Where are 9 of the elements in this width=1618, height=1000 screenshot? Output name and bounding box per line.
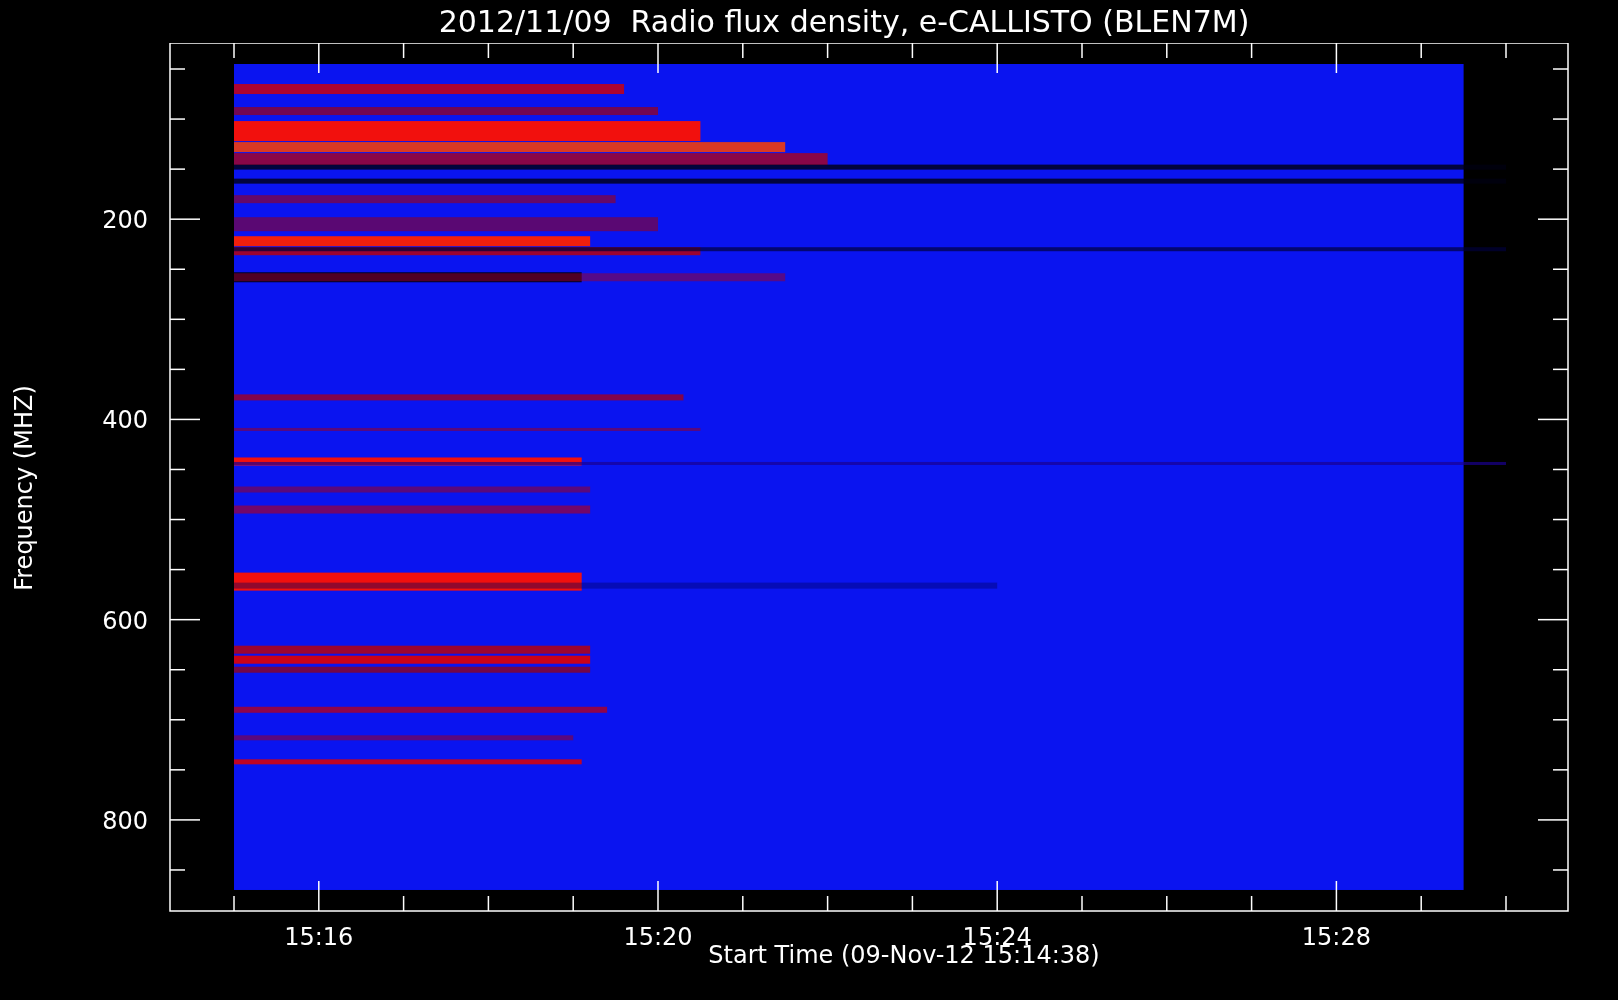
x-tick-label: 15:20 [623, 923, 693, 951]
y-tick-label: 200 [102, 206, 148, 235]
y-tick-label: 800 [102, 806, 148, 835]
chart-title: 2012/11/09 Radio flux density, e-CALLISTO (BLEN7M) [437, 3, 1251, 41]
y-axis-label: Frequency (MHZ) [10, 385, 38, 591]
y-tick-label: 400 [102, 406, 148, 435]
y-tick-label: 600 [102, 606, 148, 635]
x-tick-label: 15:28 [1301, 923, 1371, 951]
x-tick-label: 15:16 [284, 923, 354, 951]
